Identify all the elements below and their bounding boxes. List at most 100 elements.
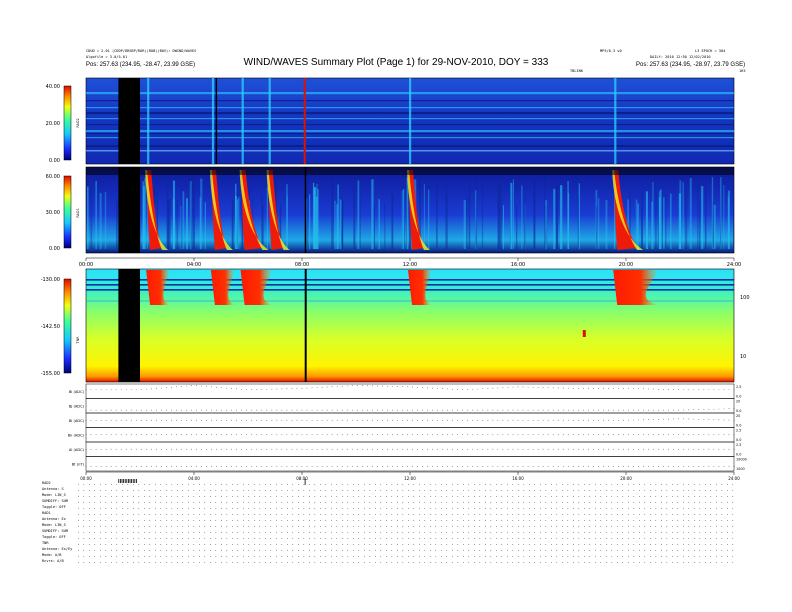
status-dot <box>342 502 343 503</box>
status-dot <box>78 514 79 515</box>
status-dot <box>485 490 486 491</box>
status-dot <box>309 502 310 503</box>
status-dot <box>540 520 541 521</box>
hk-point <box>552 419 554 421</box>
hk-point <box>487 388 489 389</box>
status-dot <box>457 484 459 485</box>
status-dot <box>413 508 415 509</box>
status-dot <box>661 538 662 539</box>
hk-point <box>713 434 715 436</box>
status-dot <box>94 550 96 551</box>
status-dot <box>507 550 508 551</box>
hk-point <box>407 419 408 421</box>
status-dot <box>221 538 222 539</box>
hk-point <box>246 434 248 436</box>
status-dot <box>83 544 85 545</box>
status-dot <box>78 526 79 527</box>
status-dot <box>661 490 662 491</box>
hk-point <box>316 387 318 388</box>
status-dot <box>144 502 145 503</box>
hk-point <box>376 385 378 387</box>
hk-point <box>487 448 489 450</box>
hk-point <box>181 386 182 387</box>
status-dot <box>622 496 624 497</box>
hk-point <box>331 448 333 450</box>
status-dot <box>551 508 552 509</box>
status-dot <box>347 490 349 491</box>
status-dot <box>556 544 558 545</box>
status-dot <box>534 502 536 503</box>
status-dot <box>452 544 453 545</box>
status-dot <box>490 538 492 539</box>
status-dot <box>545 556 547 557</box>
status-dot <box>622 562 624 563</box>
tnr-gap <box>118 269 140 382</box>
status-dot <box>666 502 668 503</box>
status-dot <box>589 514 591 515</box>
status-dot <box>342 550 343 551</box>
status-dot <box>545 520 547 521</box>
status-dot <box>677 514 679 515</box>
hk-point <box>502 466 504 467</box>
status-dot <box>270 538 272 539</box>
hk-point <box>171 409 172 411</box>
status-dot <box>545 514 547 515</box>
hk-point <box>718 434 720 436</box>
status-dot <box>655 556 657 557</box>
hk-point <box>628 409 629 411</box>
status-dot <box>243 502 244 503</box>
status-dot <box>83 520 85 521</box>
status-dot <box>353 508 354 509</box>
status-dot <box>672 502 673 503</box>
status-dot <box>364 514 365 515</box>
status-dot <box>111 562 112 563</box>
axis-tick-label: 08:00 <box>295 262 309 268</box>
status-dot <box>496 508 497 509</box>
status-dot <box>639 538 640 539</box>
hk-point <box>512 386 514 388</box>
status-dot <box>688 508 690 509</box>
hk-point <box>321 434 323 436</box>
status-dot <box>254 514 255 515</box>
hk-point <box>492 466 494 467</box>
status-dot <box>237 532 239 533</box>
status-dot <box>529 556 530 557</box>
hk-point <box>241 419 243 421</box>
hk-point <box>683 466 685 467</box>
rad1-streak <box>637 203 640 249</box>
hk-point <box>643 466 644 467</box>
status-dot <box>595 526 596 527</box>
status-dot <box>672 508 673 509</box>
hk-point <box>326 409 328 411</box>
hk-point <box>522 448 524 450</box>
hk-point <box>140 448 142 450</box>
status-dot <box>661 508 662 509</box>
status-dot <box>232 502 233 503</box>
hk-point <box>291 388 293 389</box>
status-dot <box>452 556 453 557</box>
status-dot <box>254 520 255 521</box>
status-dot <box>265 556 266 557</box>
status-dot <box>650 484 651 485</box>
hk-point <box>673 448 675 450</box>
status-dot <box>320 502 321 503</box>
status-dot <box>578 520 580 521</box>
status-dot <box>628 550 629 551</box>
status-dot <box>639 550 640 551</box>
status-dot <box>694 526 695 527</box>
status-dot <box>518 538 519 539</box>
hk-point <box>95 448 97 450</box>
hk-point <box>216 434 217 436</box>
hk-point <box>95 434 97 436</box>
hk-point <box>412 386 413 388</box>
status-dot <box>446 514 448 515</box>
hk-point <box>276 388 278 390</box>
status-dot <box>243 514 244 515</box>
hk-point <box>105 466 107 467</box>
status-dot <box>721 484 723 485</box>
status-dot <box>276 544 277 545</box>
status-dot <box>661 532 662 533</box>
hk-point <box>90 466 92 467</box>
hk-point <box>336 434 338 436</box>
status-dot <box>254 508 255 509</box>
